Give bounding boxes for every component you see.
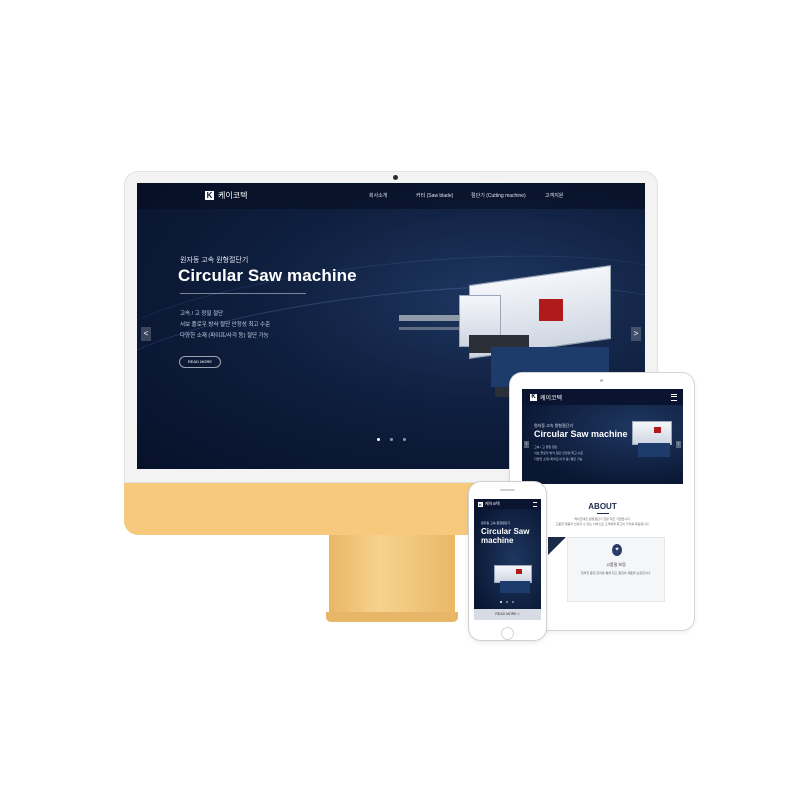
desktop-header: K 케이코텍 회사소개 커터 (Saw blade) 절단기 (Cutting … — [137, 183, 645, 209]
feature-card-title: 고품질 보증 — [606, 562, 626, 567]
saw-machine-image — [624, 421, 674, 461]
site-logo[interactable]: K 케이코텍 — [478, 501, 500, 507]
about-text: 케이코텍은 원형절단기 전문 제조 기업입니다. — [574, 517, 631, 521]
about-divider — [597, 513, 609, 514]
logo-icon: K — [478, 501, 483, 507]
hero-bullet: 다양한 소재 (파이프/사각 등) 절단 가능 — [180, 333, 269, 339]
feature-card[interactable]: ✦ 고품질 보증 엄격한 품질 관리를 통해 최고 품질의 제품을 보증합니다. — [567, 537, 665, 602]
logo-text: 케이코텍 — [540, 396, 563, 402]
slider-prev-arrow-icon[interactable]: < — [141, 327, 151, 341]
slider-prev-arrow-icon[interactable]: ‹ — [524, 441, 529, 448]
about-heading: ABOUT — [588, 502, 617, 511]
quality-badge-icon: ✦ — [612, 544, 622, 556]
hero-bullet: 고속 / 고 정밀 절단 — [534, 445, 558, 449]
slider-next-arrow-icon[interactable]: › — [676, 441, 681, 448]
imac-stand-foot — [326, 612, 458, 622]
logo-text: 케이코텍 — [218, 191, 248, 200]
hero-bullet: 서보 플로우 방식 절단 안정성 최고 수준 — [534, 451, 584, 455]
hamburger-menu-icon[interactable] — [671, 394, 677, 401]
tablet-hero: K 케이코텍 원자동 고속 원형절단기 Circular Saw machine… — [522, 389, 683, 484]
slider-dot[interactable] — [506, 601, 508, 603]
tablet-header: K 케이코텍 — [522, 389, 683, 405]
site-logo[interactable]: K 케이코텍 — [205, 190, 247, 201]
imac-stand — [329, 535, 455, 615]
logo-text: 케이코텍 — [485, 501, 500, 506]
hero-title: Circular Saw machine — [534, 429, 628, 439]
phone-header: K 케이코텍 — [474, 499, 541, 509]
slider-dot[interactable] — [390, 438, 393, 441]
slider-pagination — [500, 601, 514, 603]
home-button[interactable] — [501, 627, 514, 640]
logo-icon: K — [530, 394, 537, 401]
feature-card-text: 엄격한 품질 관리를 통해 최고 품질의 제품을 보증합니다. — [580, 571, 652, 575]
nav-item-cutting-machine[interactable]: 절단기 (Cutting machine) — [471, 192, 526, 199]
tablet-screen: K 케이코텍 원자동 고속 원형절단기 Circular Saw machine… — [522, 389, 683, 615]
speaker-icon — [500, 489, 515, 491]
camera-icon — [393, 175, 398, 180]
hero-subtitle: 원자동 고속 원형절단기 — [481, 521, 511, 525]
slider-dot[interactable] — [403, 438, 406, 441]
hero-bullet: 다양한 소재 (파이프/사각 등) 절단 가능 — [534, 457, 583, 461]
read-more-button[interactable]: READ MORE — [179, 356, 221, 368]
about-text: 고품질 제품과 신뢰할 수 있는 서비스로 고객에게 최고의 가치를 제공합니다… — [555, 522, 650, 526]
hero-title: Circular Saw machine — [178, 266, 357, 285]
saw-machine-image — [484, 565, 534, 595]
read-more-button[interactable]: READ MORE > — [474, 609, 541, 620]
slider-next-arrow-icon[interactable]: > — [631, 327, 641, 341]
hero-bullet: 서보 플로우 방식 절단 안정성 최고 수준 — [180, 322, 271, 328]
hero-subtitle: 원자동 고속 원형절단기 — [180, 257, 249, 264]
slider-pagination — [377, 438, 406, 441]
phone-screen: K 케이코텍 원자동 고속 원형절단기 Circular Saw machine… — [474, 499, 541, 620]
hamburger-menu-icon[interactable] — [533, 502, 537, 507]
camera-icon — [600, 379, 603, 382]
slider-dot-active[interactable] — [500, 601, 502, 603]
nav-item-company[interactable]: 회사소개 — [369, 192, 387, 199]
decorative-corner — [548, 537, 566, 555]
slider-dot[interactable] — [512, 601, 514, 603]
hero-divider — [180, 293, 306, 294]
hero-bullet: 고속 / 고 정밀 절단 — [180, 311, 224, 317]
slider-dot-active[interactable] — [377, 438, 380, 441]
logo-icon: K — [205, 191, 214, 200]
iphone-device: K 케이코텍 원자동 고속 원형절단기 Circular Saw machine… — [469, 482, 546, 640]
nav-item-support[interactable]: 고객지원 — [545, 192, 563, 199]
nav-item-saw-blade[interactable]: 커터 (Saw blade) — [416, 192, 453, 199]
site-logo[interactable]: K 케이코텍 — [530, 393, 562, 402]
hero-title: Circular Saw machine — [481, 527, 530, 545]
